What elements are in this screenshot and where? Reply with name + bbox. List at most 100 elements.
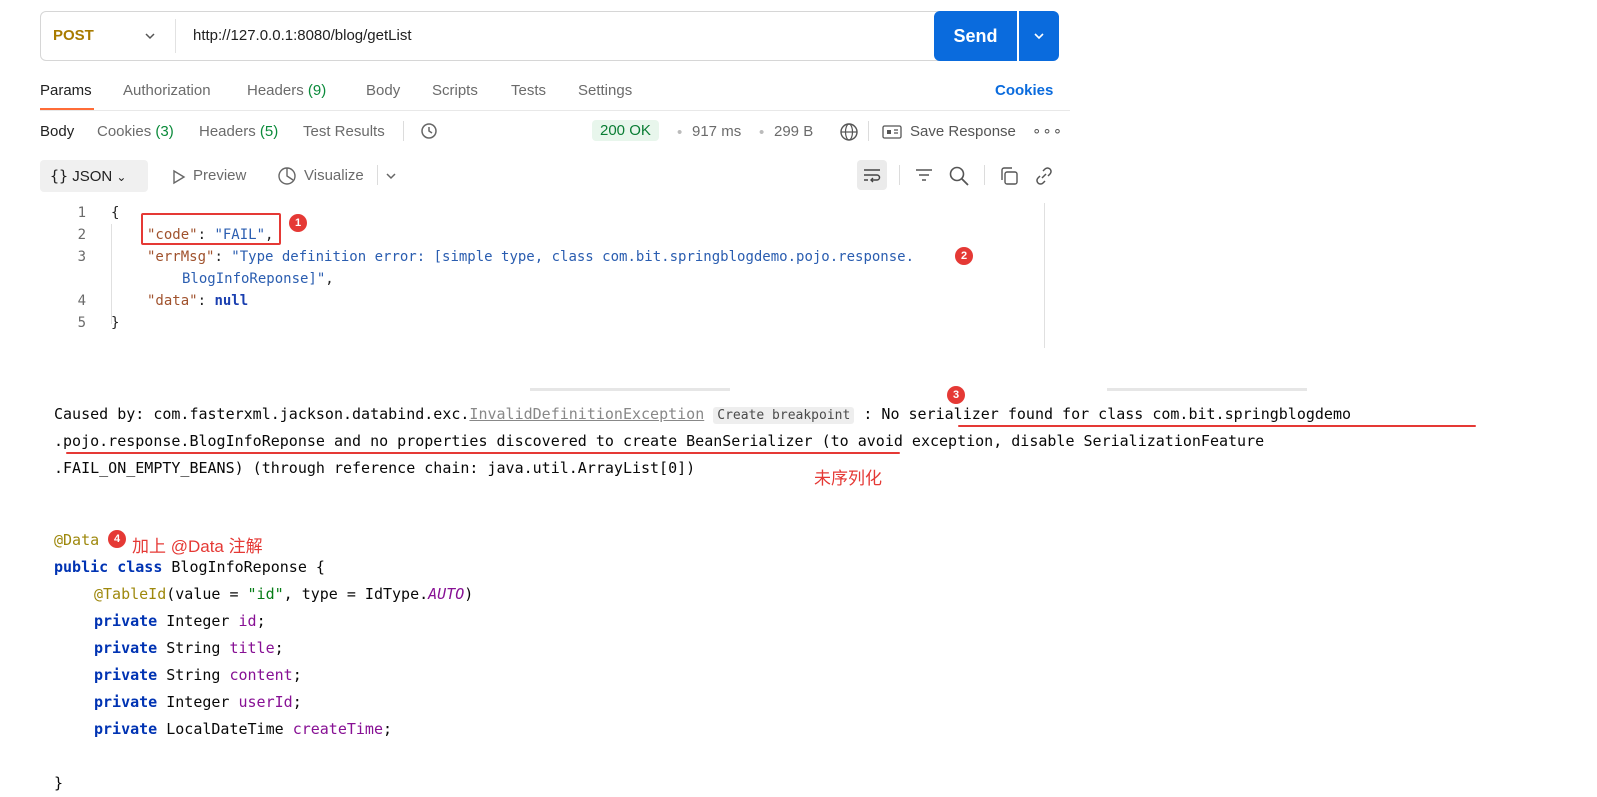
json-open-brace: { — [111, 205, 120, 221]
method-select[interactable]: POST — [53, 27, 94, 44]
preview-button[interactable]: Preview — [193, 167, 246, 184]
code-line-field: private Integer id; — [94, 612, 266, 630]
code-line-tableid: @TableId(value = "id", type = IdType.AUT… — [94, 585, 473, 603]
more-options-icon[interactable]: ∘∘∘ — [1032, 122, 1063, 140]
field-type: String — [166, 666, 230, 684]
play-icon — [173, 169, 186, 185]
filter-icon[interactable] — [914, 166, 934, 186]
json-value: BlogInfoReponse]" — [182, 271, 326, 287]
annotation-badge: 1 — [289, 214, 307, 232]
json-line-data: "data": null — [147, 293, 249, 309]
send-button[interactable]: Send — [934, 11, 1017, 61]
response-tab-cookies[interactable]: Cookies (3) — [97, 123, 174, 140]
chevron-down-icon[interactable] — [384, 169, 398, 183]
annotation-badge: 4 — [108, 530, 126, 548]
tab-headers-count: (9) — [307, 82, 327, 99]
code-punct: { — [306, 558, 325, 576]
response-size[interactable]: 299 B — [774, 123, 813, 140]
tab-body[interactable]: Body — [366, 82, 400, 99]
tab-headers-label: Headers — [247, 82, 304, 99]
chevron-down-icon: ⌄ — [116, 170, 127, 184]
tab-params[interactable]: Params — [40, 82, 92, 99]
send-dropdown-button[interactable] — [1019, 11, 1059, 61]
tab-headers[interactable]: Headers (9) — [247, 82, 326, 99]
response-tab-headers[interactable]: Headers (5) — [199, 123, 278, 140]
field-type: LocalDateTime — [166, 720, 293, 738]
tableid-annotation: @TableId — [94, 585, 167, 603]
chevron-down-icon[interactable] — [143, 29, 157, 43]
divider — [175, 19, 176, 53]
json-key: "data" — [147, 293, 198, 309]
line-number: 1 — [77, 205, 86, 221]
json-value: null — [214, 293, 249, 309]
field-name: createTime — [292, 720, 383, 738]
field-name: id — [238, 612, 257, 630]
code-line-field: private Integer userId; — [94, 693, 302, 711]
response-time[interactable]: 917 ms — [692, 123, 741, 140]
class-name: BlogInfoReponse — [171, 558, 307, 576]
separator-dot: • — [677, 124, 683, 141]
status-badge[interactable]: 200 OK — [592, 120, 659, 141]
create-breakpoint-button[interactable]: Create breakpoint — [713, 407, 855, 424]
tab-authorization[interactable]: Authorization — [123, 82, 211, 99]
code-line-class: public class BlogInfoReponse { — [54, 558, 325, 576]
exception-separator: : — [854, 405, 882, 423]
visualize-button[interactable]: Visualize — [304, 167, 364, 184]
exception-message: .pojo.response.BlogInfoReponse and no pr… — [54, 432, 813, 450]
search-icon[interactable] — [948, 165, 970, 187]
line-number: 2 — [77, 227, 86, 243]
vertical-scrollbar[interactable] — [1044, 203, 1045, 348]
tab-scripts[interactable]: Scripts — [432, 82, 478, 99]
response-tab-headers-count: (5) — [259, 123, 279, 140]
history-icon[interactable] — [419, 121, 439, 141]
highlight-box — [141, 213, 281, 245]
cookies-link[interactable]: Cookies — [995, 82, 1053, 99]
keyword: private — [94, 693, 167, 711]
field-name: content — [229, 666, 293, 684]
code-punct: ) — [464, 585, 474, 603]
code-line-field: private LocalDateTime createTime; — [94, 720, 393, 738]
response-tab-body[interactable]: Body — [40, 123, 74, 140]
keyword: private — [94, 612, 167, 630]
keyword: private — [94, 639, 167, 657]
copy-icon[interactable] — [998, 165, 1020, 187]
enum-constant: AUTO — [428, 585, 465, 603]
format-select-label: {} JSON ⌄ — [50, 167, 126, 185]
save-response-button[interactable]: Save Response — [910, 123, 1016, 140]
response-tab-cookies-label: Cookies — [97, 123, 152, 140]
annotation-note: 未序列化 — [814, 469, 882, 488]
json-key: "errMsg" — [147, 249, 215, 265]
link-icon[interactable] — [1033, 165, 1055, 187]
field-type: String — [166, 639, 230, 657]
tab-tests[interactable]: Tests — [511, 82, 546, 99]
chevron-down-icon — [1034, 33, 1044, 40]
json-value: "Type definition error: [simple type, cl… — [231, 249, 915, 265]
divider — [377, 165, 378, 185]
red-underline — [66, 452, 900, 454]
data-annotation: @Data — [54, 531, 100, 549]
field-name: title — [229, 639, 275, 657]
divider — [403, 121, 404, 141]
string-literal: "id" — [247, 585, 284, 603]
response-tab-test-results[interactable]: Test Results — [303, 123, 385, 140]
annotation-note: 加上 @Data 注解 — [132, 537, 263, 556]
exception-message: No serializer found for class com.bit.sp… — [881, 405, 1352, 423]
code-line-annotation: @Data — [54, 531, 99, 549]
red-underline — [958, 425, 1476, 427]
code-text: , type = IdType. — [283, 585, 429, 603]
visualize-icon — [278, 167, 296, 185]
line-number: 4 — [77, 293, 86, 309]
tab-settings[interactable]: Settings — [578, 82, 632, 99]
exception-prefix: Caused by: com.fasterxml.jackson.databin… — [54, 405, 470, 423]
keyword: private — [94, 720, 167, 738]
keyword: public class — [54, 558, 172, 576]
response-tab-cookies-count: (3) — [155, 123, 174, 140]
url-input[interactable]: http://127.0.0.1:8080/blog/getList — [193, 27, 412, 44]
divider — [868, 121, 869, 141]
globe-icon[interactable] — [838, 121, 860, 143]
exception-class-link[interactable]: InvalidDefinitionException — [469, 405, 704, 423]
field-type: Integer — [166, 612, 239, 630]
annotation-badge: 3 — [947, 386, 965, 404]
request-url-bar — [40, 11, 965, 61]
indent-guide — [111, 224, 112, 324]
